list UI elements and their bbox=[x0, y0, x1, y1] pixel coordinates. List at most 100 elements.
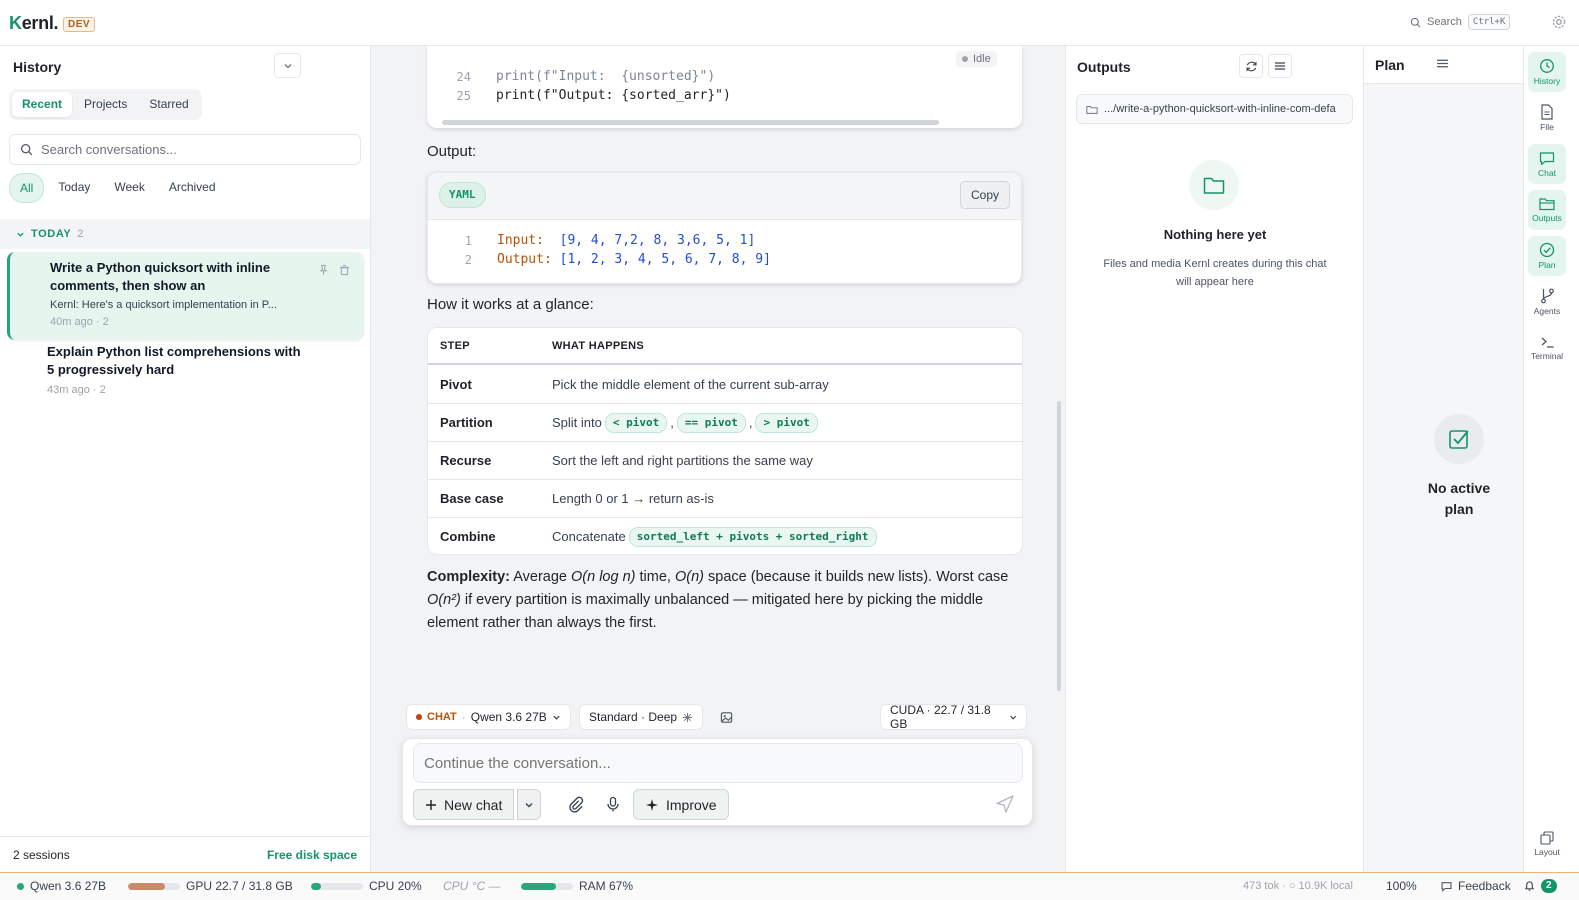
mode-dot-icon bbox=[416, 714, 422, 720]
rail-label: Agents bbox=[1533, 306, 1561, 316]
conversation-title: Explain Python list comprehensions with … bbox=[47, 344, 301, 377]
microphone-icon[interactable] bbox=[605, 795, 621, 813]
tab-starred[interactable]: Starred bbox=[139, 92, 198, 117]
tab-projects[interactable]: Projects bbox=[74, 92, 137, 117]
list-item[interactable]: Write a Python quicksort with inline com… bbox=[7, 252, 364, 340]
table-row: Pivot Pick the middle element of the cur… bbox=[428, 365, 1022, 403]
code-line: 1 Input: [9, 4, 7,2, 8, 3,6, 5, 1] bbox=[428, 231, 756, 251]
sidebar-footer: 2 sessions Free disk space bbox=[0, 836, 370, 872]
rail-label: Terminal bbox=[1530, 350, 1564, 361]
step-description: Pick the middle element of the current s… bbox=[552, 376, 829, 392]
new-chat-button[interactable]: New chat bbox=[413, 789, 515, 820]
device-selector[interactable]: CUDA · 22.7 / 31.8 GB bbox=[880, 703, 1027, 731]
text-span: time, bbox=[635, 569, 675, 585]
rail-label: History bbox=[1533, 76, 1561, 86]
cpu-usage-text: CPU 20% bbox=[369, 879, 422, 893]
image-button[interactable] bbox=[713, 704, 739, 730]
notifications-button[interactable]: 2 bbox=[1524, 879, 1557, 893]
rail-history-button[interactable]: History bbox=[1528, 52, 1566, 92]
code-line: 24 print(f"Input: {unsorted}") bbox=[427, 67, 716, 87]
copy-button[interactable]: Copy bbox=[960, 181, 1010, 209]
outputs-menu-button[interactable] bbox=[1268, 54, 1292, 78]
search-icon bbox=[21, 144, 33, 156]
clock-icon bbox=[1540, 59, 1554, 73]
code-pill: > pivot bbox=[755, 412, 818, 433]
check-circle-icon bbox=[1539, 242, 1555, 258]
history-dropdown-button[interactable] bbox=[274, 53, 301, 78]
rail-terminal-button[interactable]: Terminal bbox=[1528, 328, 1566, 368]
prompt-input[interactable] bbox=[413, 743, 1023, 783]
rail-outputs-button[interactable]: Outputs bbox=[1528, 190, 1566, 230]
status-ram: RAM 67% bbox=[521, 879, 633, 893]
notification-count: 2 bbox=[1541, 879, 1557, 893]
status-model[interactable]: Qwen 3.6 27B bbox=[17, 879, 106, 893]
paperclip-icon[interactable] bbox=[567, 795, 584, 813]
history-tabs: Recent Projects Starred bbox=[9, 89, 202, 120]
group-header-today[interactable]: TODAY 2 bbox=[0, 219, 370, 249]
improve-label: Improve bbox=[666, 796, 717, 813]
sidebar-title: History bbox=[13, 59, 62, 75]
output-heading: Output: bbox=[427, 143, 477, 160]
vertical-scrollbar[interactable] bbox=[1057, 401, 1061, 691]
line-number: 24 bbox=[456, 70, 471, 84]
gear-icon[interactable] bbox=[1551, 14, 1567, 30]
plan-title: Plan bbox=[1375, 57, 1405, 73]
env-badge: DEV bbox=[63, 17, 96, 32]
online-dot-icon bbox=[17, 882, 24, 890]
pin-icon[interactable] bbox=[318, 264, 329, 276]
checkbox-icon bbox=[1434, 414, 1484, 464]
language-badge: YAML bbox=[439, 182, 486, 208]
search-icon bbox=[1410, 17, 1421, 27]
group-count: 2 bbox=[77, 228, 85, 240]
chat-main: 24 print(f"Input: {unsorted}") 25 print(… bbox=[371, 46, 1065, 872]
conversation-search-input[interactable]: Search conversations... bbox=[9, 134, 361, 165]
outputs-panel: Outputs .../write-a-python-quicksort-wit… bbox=[1065, 46, 1363, 872]
rail-agents-button[interactable]: Agents bbox=[1528, 282, 1566, 322]
filter-all[interactable]: All bbox=[9, 173, 45, 203]
text-span: space (because it builds new lists). Wor… bbox=[703, 569, 1009, 585]
app-logo[interactable]: Kernl. bbox=[9, 13, 59, 34]
tab-recent[interactable]: Recent bbox=[12, 92, 73, 117]
rail-label: Outputs bbox=[1532, 213, 1562, 223]
conversation-meta: 40m ago · 2 bbox=[50, 316, 109, 328]
cpu-usage-bar bbox=[311, 882, 363, 890]
rail-label: Chat bbox=[1538, 167, 1556, 178]
improve-button[interactable]: Improve bbox=[633, 789, 729, 820]
menu-icon[interactable] bbox=[1436, 57, 1449, 70]
trash-icon[interactable] bbox=[339, 264, 350, 276]
conversation-preview: Kernl: Here's a quicksort implementation… bbox=[50, 299, 277, 311]
filter-today[interactable]: Today bbox=[48, 173, 100, 203]
depth-selector[interactable]: Standard · Deep bbox=[579, 704, 704, 730]
new-chat-dropdown-button[interactable] bbox=[517, 789, 541, 820]
feedback-button[interactable]: Feedback bbox=[1441, 879, 1511, 893]
send-icon[interactable] bbox=[995, 794, 1015, 814]
free-disk-space-link[interactable]: Free disk space bbox=[267, 848, 357, 862]
group-label: TODAY bbox=[31, 228, 72, 240]
filter-week[interactable]: Week bbox=[104, 173, 154, 203]
empty-state-title: Nothing here yet bbox=[1163, 227, 1267, 242]
how-it-works-heading: How it works at a glance: bbox=[427, 296, 594, 313]
empty-folder-icon bbox=[1189, 160, 1239, 210]
yaml-key: Input: bbox=[497, 233, 544, 248]
rail-file-button[interactable]: File bbox=[1528, 98, 1566, 138]
horizontal-scrollbar[interactable] bbox=[442, 120, 939, 125]
rail-chat-button[interactable]: Chat bbox=[1528, 144, 1566, 184]
empty-state-description: Files and media Kernl creates during thi… bbox=[1103, 258, 1327, 288]
table-row: Combine Concatenate sorted_left + pivots… bbox=[428, 517, 1022, 554]
refresh-button[interactable] bbox=[1239, 54, 1263, 78]
rail-plan-button[interactable]: Plan bbox=[1528, 236, 1566, 276]
complexity-label: Complexity: bbox=[427, 569, 510, 585]
filter-archived[interactable]: Archived bbox=[159, 173, 226, 203]
status-zoom[interactable]: 100% bbox=[1386, 879, 1417, 893]
big-o-worst: O(n²) bbox=[427, 592, 461, 608]
list-item[interactable]: Explain Python list comprehensions with … bbox=[7, 336, 364, 396]
rail-layout-button[interactable]: Layout bbox=[1528, 824, 1566, 864]
yaml-value: [1, 2, 3, 4, 5, 6, 7, 8, 9] bbox=[551, 252, 771, 267]
right-rail: History File Chat Outputs Plan Agents Te… bbox=[1523, 46, 1568, 872]
global-search-button[interactable]: Search Ctrl+K bbox=[1410, 11, 1511, 33]
model-selector[interactable]: CHAT · Qwen 3.6 27B bbox=[406, 704, 571, 730]
output-path-field[interactable]: .../write-a-python-quicksort-with-inline… bbox=[1076, 94, 1353, 124]
status-text: Idle bbox=[973, 53, 991, 65]
chevron-down-icon bbox=[17, 232, 24, 237]
ram-usage-bar bbox=[521, 882, 573, 890]
